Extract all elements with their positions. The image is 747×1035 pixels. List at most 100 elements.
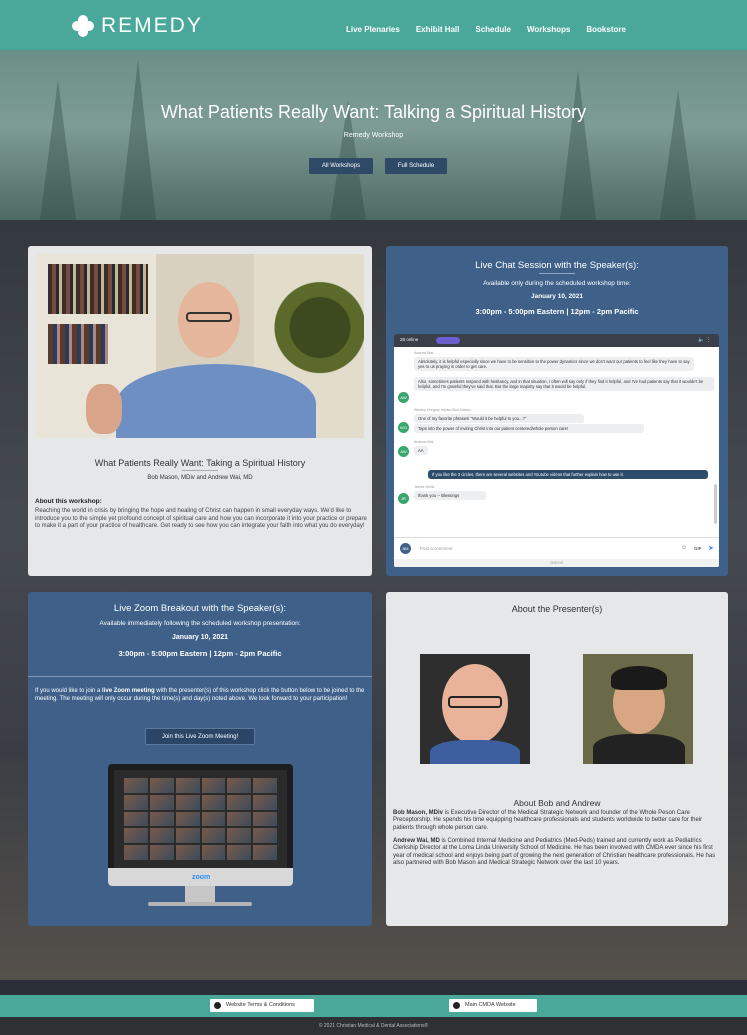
bio-name: Bob Mason, MDiv	[393, 810, 444, 816]
hero-tree-shape	[120, 60, 156, 220]
zoom-date: January 10, 2021	[171, 634, 229, 641]
all-workshops-button[interactable]: All Workshops	[309, 158, 373, 174]
nav-schedule[interactable]: Schedule	[475, 25, 511, 34]
full-schedule-button[interactable]: Full Schedule	[385, 158, 447, 174]
bio-bob: Bob Mason, MDiv is Executive Director of…	[393, 810, 723, 832]
user-avatar: BM	[400, 543, 411, 554]
chat-scrollbar[interactable]	[714, 484, 717, 524]
message-author: James Hellie	[414, 485, 435, 489]
brand-logo[interactable]: REMEDY	[69, 12, 203, 40]
presenter-photo-andrew	[583, 654, 693, 764]
message-author: Andrew Wai	[414, 351, 434, 355]
chat-time: 3:00pm - 5:00pm Eastern | 12pm - 2pm Pac…	[475, 307, 639, 316]
terms-link-label: Website Terms & Conditions	[226, 1002, 295, 1008]
nav-links: Live Plenaries Exhibit Hall Schedule Wor…	[346, 25, 642, 34]
chat-availability: Available only during the scheduled work…	[483, 280, 631, 287]
avatar: AW	[398, 392, 409, 403]
online-count: 28 online	[400, 337, 419, 342]
bio-andrew: Andrew Wai, MD is Combined Internal Medi…	[393, 838, 723, 868]
page-title: What Patients Really Want: Talking a Spi…	[160, 102, 587, 122]
gif-button[interactable]: GIF	[694, 546, 702, 551]
chat-message: One of my favorite phrases! "Would it be…	[414, 414, 584, 424]
presenter-hair	[611, 666, 667, 690]
remedy-logo-icon	[69, 12, 97, 40]
divider	[28, 676, 372, 677]
zoom-time: 3:00pm - 5:00pm Eastern | 12pm - 2pm Pac…	[118, 649, 282, 658]
zoom-description-text: If you would like to join a	[35, 688, 103, 694]
zoom-monitor-image: zoom	[108, 764, 293, 886]
message-author: Wesley Gregory replied Bob Mason	[414, 408, 471, 412]
chat-message: AA	[414, 446, 428, 456]
about-workshop-text: Reaching the world in crisis by bringing…	[35, 508, 367, 529]
chat-message-own: If you like the 3 circles, there are sev…	[428, 470, 708, 480]
bio-name: Andrew Wai, MD	[393, 838, 440, 844]
zoom-logo: zoom	[192, 874, 211, 881]
workshop-video[interactable]	[36, 254, 364, 438]
video-speaker-hand	[86, 384, 122, 434]
zoom-card-title: Live Zoom Breakout with the Speaker(s):	[113, 603, 287, 614]
chat-message: Taps into the power of inviting Christ i…	[414, 424, 644, 434]
terms-link[interactable]: Website Terms & Conditions	[210, 999, 314, 1012]
chat-card-title: Live Chat Session with the Speaker(s):	[475, 260, 639, 271]
video-books	[48, 264, 148, 314]
cmda-link[interactable]: Main CMDA Website	[449, 999, 537, 1012]
zoom-gallery-screen	[114, 770, 287, 868]
zoom-availability: Available immediately following the sche…	[99, 620, 301, 627]
avatar: JR	[398, 493, 409, 504]
nav-exhibit-hall[interactable]: Exhibit Hall	[416, 25, 460, 34]
footer-copyright: © 2021 Christian Medical & Dental Associ…	[0, 1017, 747, 1035]
chat-date: January 10, 2021	[530, 293, 584, 300]
divider	[182, 470, 218, 471]
emoji-icon[interactable]: ☺	[681, 545, 687, 551]
online-avatars	[436, 337, 460, 344]
cmda-link-label: Main CMDA Website	[465, 1002, 516, 1008]
page-subtitle: Remedy Workshop	[343, 132, 404, 139]
chat-message: thank you -- Blessings	[414, 491, 486, 501]
presenter-glasses	[448, 696, 502, 708]
hero-tree-shape	[560, 70, 596, 220]
workshop-card: What Patients Really Want: Taking a Spir…	[28, 246, 372, 576]
message-author: Andrew Wai	[414, 440, 434, 444]
join-zoom-button[interactable]: Join this Live Zoom Meeting!	[145, 728, 255, 745]
video-speaker-glasses	[186, 312, 232, 322]
workshop-speakers: Bob Mason, MDiv and Andrew Wai, MD	[147, 475, 253, 481]
divider	[539, 273, 575, 274]
presenter-photo-bob	[420, 654, 530, 764]
zoom-description-bold: live Zoom meeting	[102, 688, 155, 694]
brand-name: REMEDY	[101, 14, 203, 37]
bio-text: is Combined Internal Medicine and Pediat…	[393, 838, 716, 867]
presenters-card: About the Presenter(s) About Bob and And…	[386, 592, 728, 926]
hero-banner: What Patients Really Want: Talking a Spi…	[0, 50, 747, 220]
video-speaker-body	[116, 364, 316, 438]
nav-workshops[interactable]: Workshops	[527, 25, 570, 34]
globe-icon	[453, 1002, 460, 1009]
chat-powered-by: ONESIG	[394, 559, 719, 567]
video-books	[48, 324, 108, 364]
nav-live-plenaries[interactable]: Live Plenaries	[346, 25, 400, 34]
chat-message: Also, sometimes patients respond with he…	[414, 377, 714, 392]
top-nav: REMEDY Live Plenaries Exhibit Hall Sched…	[0, 0, 747, 50]
chat-message: Absolutely, it is helpful especially sin…	[414, 357, 694, 372]
send-icon[interactable]: ➤	[708, 544, 714, 552]
chat-input[interactable]: BM Post a comment ☺ GIF ➤	[394, 537, 719, 559]
hero-tree-shape	[40, 80, 76, 220]
presenter-suit	[593, 734, 685, 764]
chat-header: 28 online 🔈 ⋮	[394, 334, 719, 347]
live-chat-card: Live Chat Session with the Speaker(s): A…	[386, 246, 728, 576]
zoom-card: Live Zoom Breakout with the Speaker(s): …	[28, 592, 372, 926]
chat-menu-icon[interactable]: 🔈 ⋮	[698, 337, 711, 343]
nav-bookstore[interactable]: Bookstore	[586, 25, 626, 34]
zoom-description: If you would like to join a live Zoom me…	[35, 688, 367, 703]
info-icon	[214, 1002, 221, 1009]
workshop-title: What Patients Really Want: Taking a Spir…	[94, 458, 306, 468]
presenters-heading: About Bob and Andrew	[513, 798, 601, 808]
presenters-title: About the Presenter(s)	[511, 604, 603, 614]
chat-widget[interactable]: 28 online 🔈 ⋮ Andrew Wai Absolutely, it …	[394, 334, 719, 567]
chat-input-placeholder: Post a comment	[420, 546, 453, 551]
avatar: WG	[398, 422, 409, 433]
about-workshop-heading: About this workshop:	[35, 498, 102, 505]
monitor-stand-base	[148, 902, 252, 906]
presenter-shirt	[430, 740, 520, 764]
avatar: AW	[398, 446, 409, 457]
footer-links-bar: Website Terms & Conditions Main CMDA Web…	[0, 995, 747, 1017]
